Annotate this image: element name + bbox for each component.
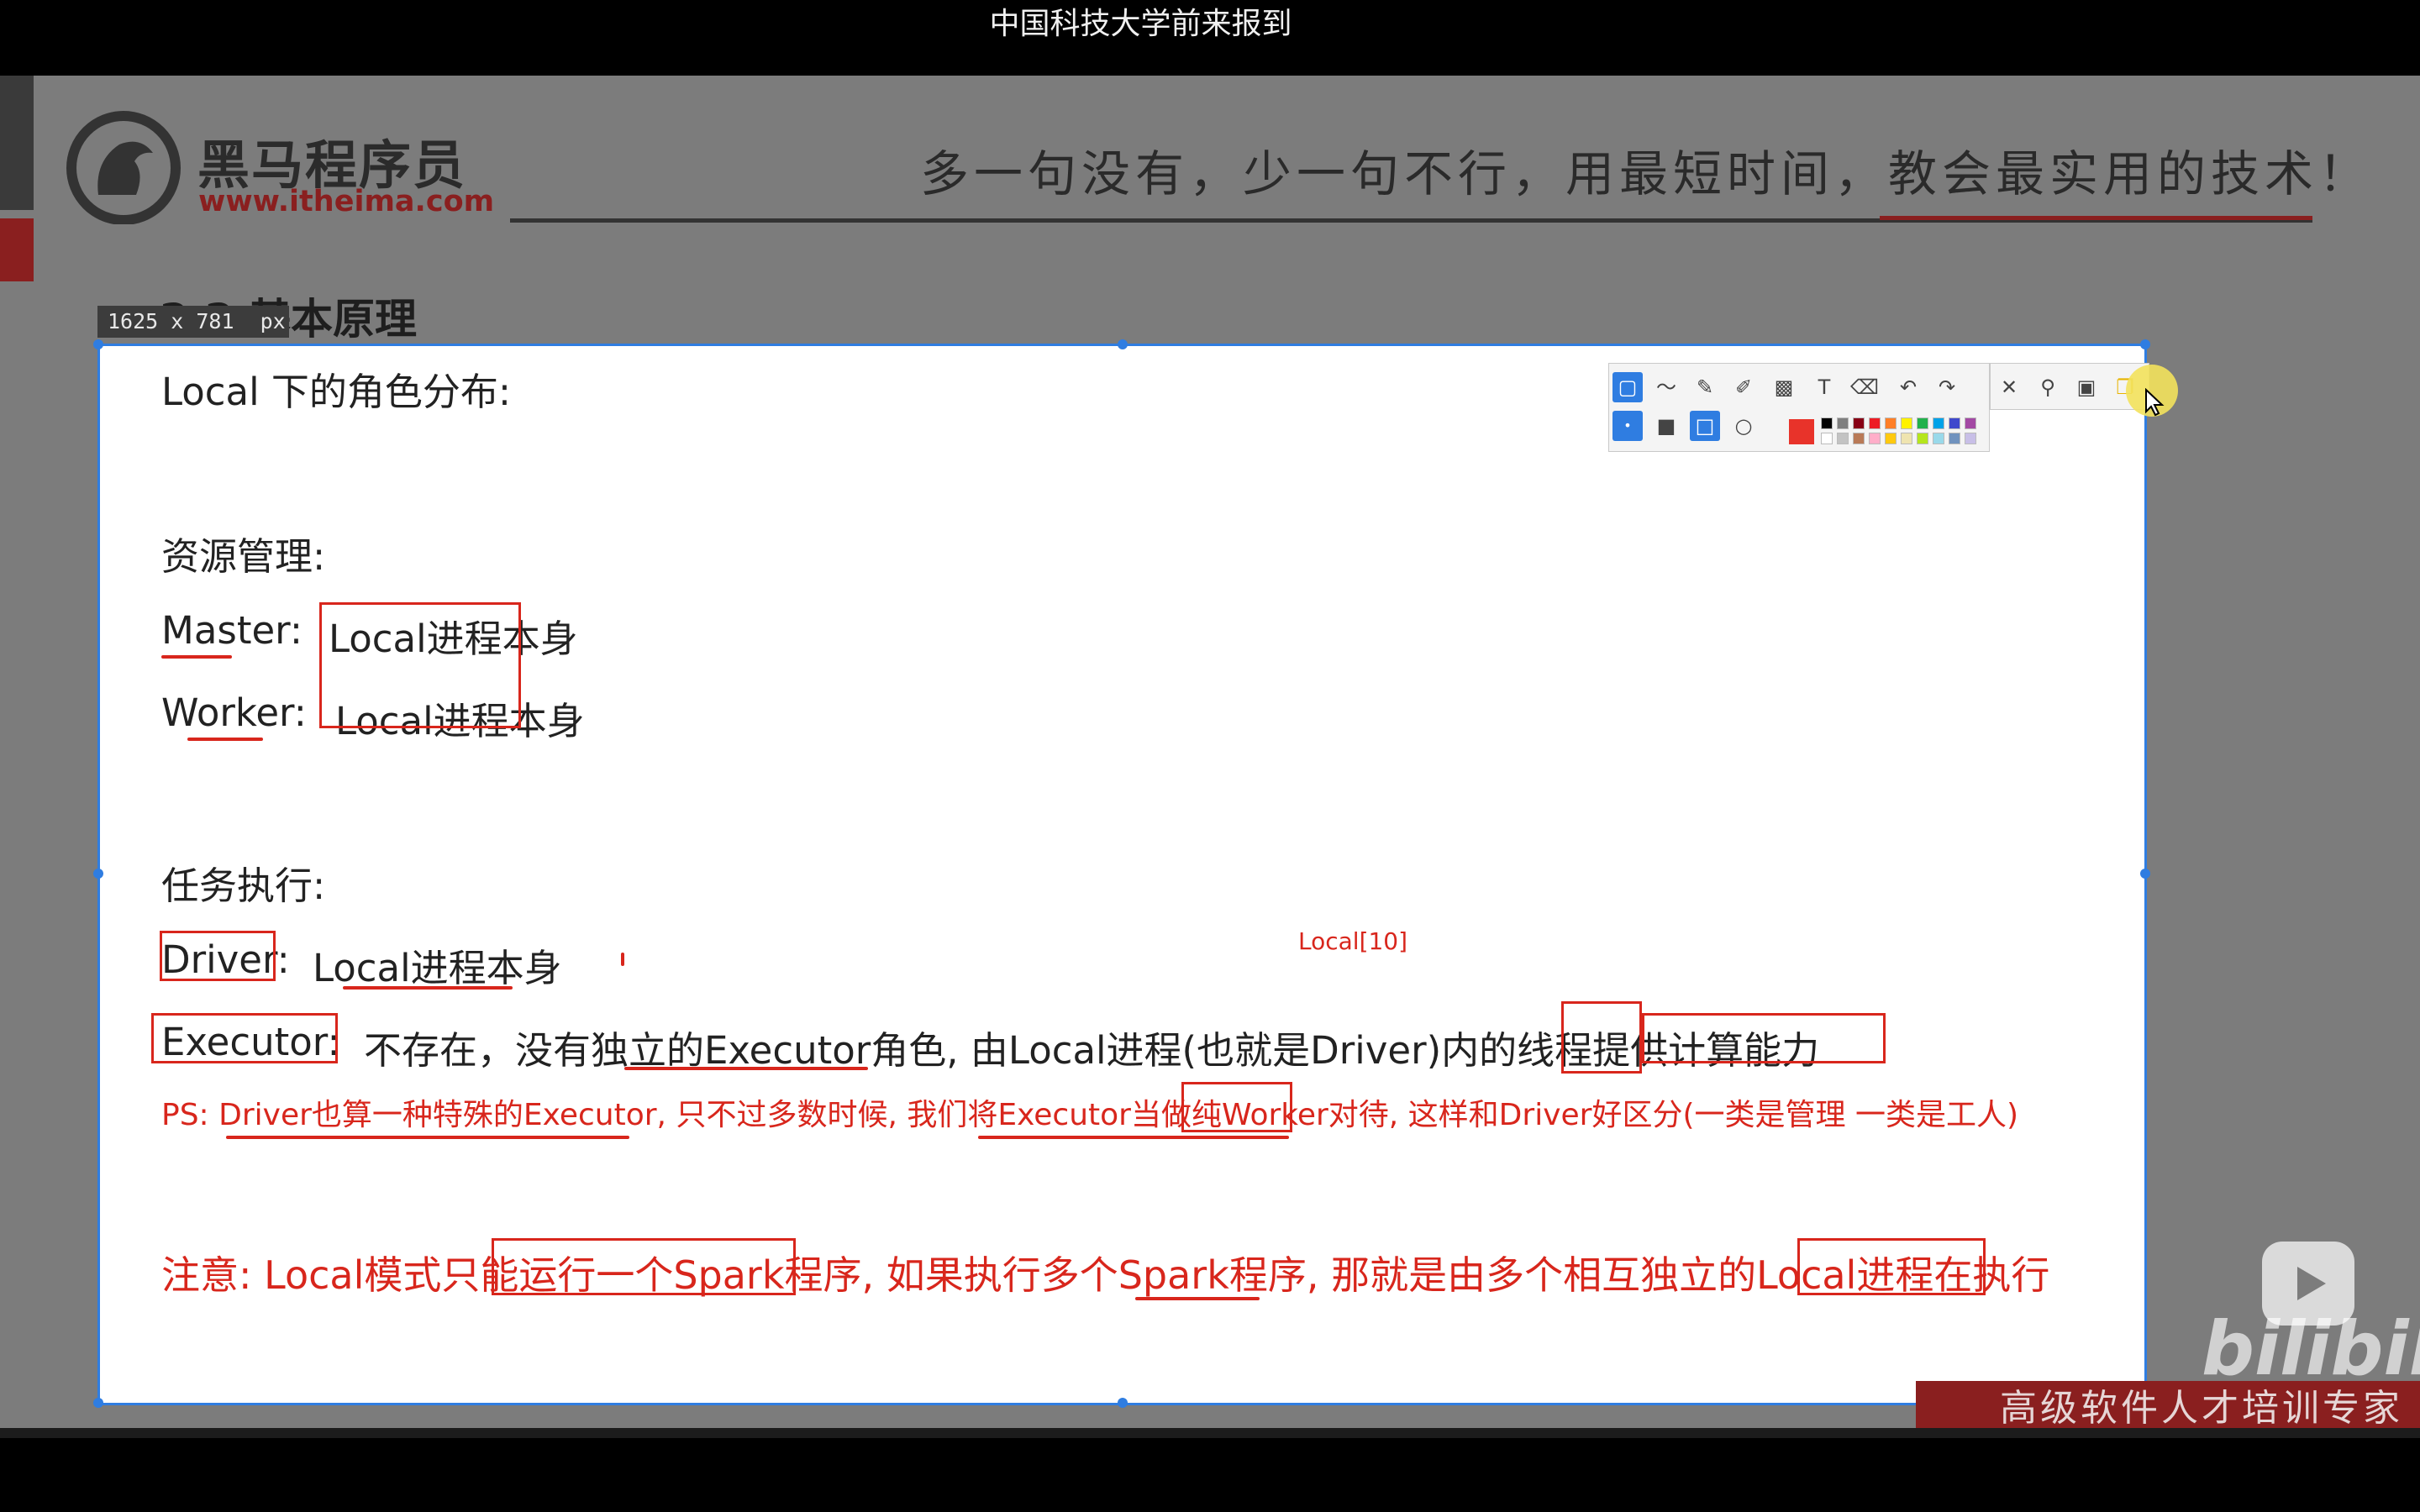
marker-tool-icon[interactable]: ✐	[1728, 372, 1759, 402]
text-tool-icon[interactable]: T	[1809, 372, 1839, 402]
slide-slogan: 多一句没有，少一句不行，用最短时间，教会最实用的技术！	[920, 145, 2373, 202]
mosaic-tool-icon[interactable]: ▩	[1769, 372, 1799, 402]
annotation-box-executor	[151, 1013, 338, 1063]
polyline-tool-icon[interactable]: 〜	[1651, 372, 1681, 402]
resize-handle-bottom-left[interactable]	[93, 1398, 103, 1408]
annotation-label: Local[10]	[1298, 927, 1408, 955]
select-tool-icon[interactable]: ▢	[1612, 372, 1643, 402]
palette-swatch[interactable]	[1901, 417, 1912, 429]
horse-logo-icon	[66, 111, 181, 224]
video-progress-track	[0, 1428, 2420, 1438]
resize-handle-top[interactable]	[1118, 339, 1128, 349]
palette-swatch[interactable]	[1837, 417, 1849, 429]
palette-swatch[interactable]	[1917, 417, 1928, 429]
redo-icon[interactable]: ↷	[1932, 372, 1962, 402]
video-bottom-bar	[0, 1438, 2420, 1512]
fill-rect-icon[interactable]: ■	[1651, 411, 1681, 441]
palette-swatch[interactable]	[1933, 433, 1944, 444]
annotation-box-worker	[1181, 1082, 1292, 1132]
capture-size-unit: px	[260, 309, 286, 333]
underline-executor-role	[624, 1067, 868, 1070]
bilibili-watermark: bilibili	[2202, 1305, 2420, 1392]
mouse-cursor-icon	[2145, 388, 2165, 417]
underline-driver-value	[343, 986, 513, 990]
driver-value: Local进程本身	[313, 946, 562, 990]
pin-icon[interactable]: ⚲	[2033, 372, 2063, 402]
palette-swatch[interactable]	[1821, 417, 1833, 429]
logo-url: www.itheima.com	[198, 185, 495, 218]
palette-swatch[interactable]	[1885, 433, 1897, 444]
palette-swatch[interactable]	[1821, 433, 1833, 444]
ellipse-shape-icon[interactable]: ○	[1728, 411, 1759, 441]
selected-color-swatch[interactable]	[1789, 419, 1814, 444]
palette-swatch[interactable]	[1965, 417, 1976, 429]
palette-swatch[interactable]	[1853, 417, 1865, 429]
worker-key: Worker:	[161, 690, 307, 735]
underline-multi-spark	[1135, 1297, 1260, 1300]
palette-swatch[interactable]	[1885, 417, 1897, 429]
palette-swatch[interactable]	[1965, 433, 1976, 444]
palette-swatch[interactable]	[1869, 433, 1881, 444]
master-key: Master:	[161, 608, 303, 653]
eraser-tool-icon[interactable]: ⌫	[1849, 372, 1880, 402]
annotation-box-compute	[1642, 1013, 1886, 1063]
roles-heading: Local 下的角色分布:	[161, 370, 512, 414]
close-icon[interactable]: ✕	[1994, 372, 2024, 402]
annotation-box-thread	[1561, 1001, 1642, 1074]
undo-icon[interactable]: ↶	[1893, 372, 1923, 402]
palette-swatch[interactable]	[1869, 417, 1881, 429]
resource-title: 资源管理:	[161, 534, 326, 579]
rect-shape-icon[interactable]: □	[1690, 411, 1720, 441]
warning-note: 注意: Local模式只能运行一个Spark程序, 如果执行多个Spark程序,…	[161, 1252, 2050, 1298]
underline-driver-executor	[226, 1136, 629, 1139]
underline-executor-worker	[978, 1136, 1289, 1139]
task-title: 任务执行:	[161, 864, 326, 908]
slide-left-strip-red	[0, 218, 34, 281]
pen-tool-icon[interactable]: ✎	[1690, 372, 1720, 402]
ps-note: PS: Driver也算一种特殊的Executor, 只不过多数时候, 我们将E…	[161, 1098, 2018, 1132]
annotation-box-local-process-2	[1797, 1238, 1986, 1295]
save-icon[interactable]: ▣	[2071, 372, 2102, 402]
color-palette[interactable]	[1821, 417, 1987, 446]
palette-swatch[interactable]	[1949, 417, 1960, 429]
palette-swatch[interactable]	[1837, 433, 1849, 444]
resize-handle-right[interactable]	[2140, 869, 2150, 879]
palette-swatch[interactable]	[1901, 433, 1912, 444]
size-small-icon[interactable]: •	[1612, 411, 1643, 441]
palette-swatch[interactable]	[1917, 433, 1928, 444]
screenshot-toolbar: ▢ 〜 ✎ ✐ ▩ T ⌫ ↶ ↷ • ■ □ ○	[1608, 363, 1990, 452]
capture-selection[interactable]: Local 下的角色分布: 资源管理: Master: Local进程本身 Wo…	[93, 339, 2150, 1408]
capture-size-value: 1625 x 781	[108, 309, 234, 333]
resize-handle-top-right[interactable]	[2140, 339, 2150, 349]
palette-swatch[interactable]	[1949, 433, 1960, 444]
video-top-bar: 中国科技大学前来报到	[0, 0, 2420, 76]
slide-left-strip	[0, 76, 34, 210]
palette-swatch[interactable]	[1933, 417, 1944, 429]
capture-size-label: 1625 x 781 px	[97, 306, 289, 338]
resize-handle-top-left[interactable]	[93, 339, 103, 349]
annotation-box-local-process	[319, 602, 521, 728]
annotation-tick	[621, 953, 624, 966]
slogan-underline-accent	[1880, 216, 2312, 220]
annotation-box-driver	[160, 931, 276, 981]
resize-handle-bottom[interactable]	[1118, 1398, 1128, 1408]
danmaku-comment: 中国科技大学前来报到	[989, 7, 1292, 41]
palette-swatch[interactable]	[1853, 433, 1865, 444]
underline-master	[161, 655, 232, 659]
annotation-box-one-spark	[492, 1238, 796, 1295]
resize-handle-left[interactable]	[93, 869, 103, 879]
underline-worker	[187, 738, 263, 741]
